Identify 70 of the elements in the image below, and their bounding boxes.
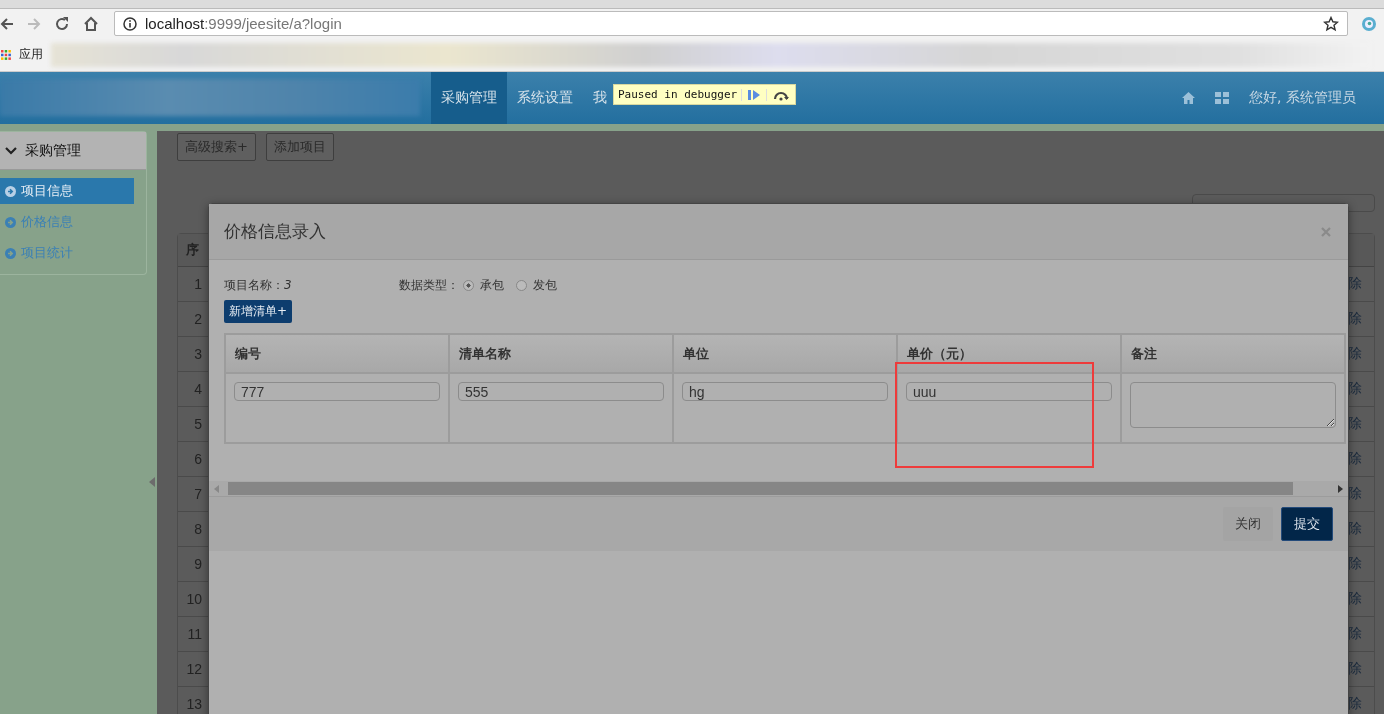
row-number: 12	[185, 661, 202, 677]
collapse-toggle-icon[interactable]	[149, 477, 155, 487]
grid-icon[interactable]	[1215, 92, 1230, 104]
row-number: 8	[193, 521, 202, 537]
delete-link[interactable]: 除	[1348, 520, 1362, 538]
close-button[interactable]: 关闭	[1223, 507, 1273, 541]
apps-icon[interactable]	[1, 49, 11, 60]
row-number: 1	[193, 276, 202, 292]
notes-field[interactable]	[1130, 382, 1336, 428]
reload-icon[interactable]	[54, 15, 70, 32]
text-field[interactable]: hg	[682, 382, 888, 401]
column-header: 单价（元）	[897, 334, 1121, 373]
back-icon[interactable]	[0, 16, 14, 31]
delete-link[interactable]: 除	[1348, 310, 1362, 328]
radio-option[interactable]: 承包	[463, 276, 504, 294]
text-field[interactable]: 777	[234, 382, 440, 401]
url-text: localhost:9999/jeesite/a?login	[145, 15, 342, 32]
delete-link[interactable]: 除	[1348, 590, 1362, 608]
sidebar-item[interactable]: 项目信息	[0, 178, 134, 204]
column-header: 备注	[1121, 334, 1345, 373]
debugger-banner-text: Paused in debugger	[617, 88, 739, 101]
nav-tab[interactable]: 我	[583, 72, 617, 124]
row-number: 6	[193, 451, 202, 467]
row-number: 5	[193, 416, 202, 432]
nav-tab[interactable]: 采购管理	[431, 72, 507, 124]
scrollbar-thumb[interactable]	[228, 482, 1293, 495]
sidebar-header[interactable]: 采购管理	[0, 132, 146, 170]
user-greeting[interactable]: 您好, 系统管理员	[1249, 89, 1356, 107]
submit-button[interactable]: 提交	[1281, 507, 1333, 541]
column-header: 编号	[225, 334, 449, 373]
row-number: 3	[193, 346, 202, 362]
delete-link[interactable]: 除	[1348, 485, 1362, 503]
delete-link[interactable]: 除	[1348, 275, 1362, 293]
scroll-right-icon[interactable]	[1338, 484, 1343, 493]
sidebar-title: 采购管理	[25, 141, 81, 160]
data-type-label: 数据类型：	[399, 276, 459, 294]
forward-icon[interactable]	[27, 16, 41, 31]
nav-tab[interactable]: 系统设置	[507, 72, 583, 124]
star-icon[interactable]	[1323, 15, 1339, 32]
delete-link[interactable]: 除	[1348, 345, 1362, 363]
row-number: 4	[193, 381, 202, 397]
row-number: 7	[193, 486, 202, 502]
modal-title: 价格信息录入	[224, 220, 326, 243]
delete-link[interactable]: 除	[1348, 695, 1362, 713]
delete-link[interactable]: 除	[1348, 625, 1362, 643]
extension-icon[interactable]	[1361, 15, 1377, 32]
arrow-circle-icon	[5, 185, 16, 197]
delete-link[interactable]: 除	[1348, 415, 1362, 433]
radio-option[interactable]: 发包	[516, 276, 557, 294]
row-number: 11	[186, 626, 202, 642]
address-bar[interactable]: localhost:9999/jeesite/a?login	[114, 11, 1348, 36]
row-number: 2	[193, 311, 202, 327]
add-item-button[interactable]: 新增清单+	[224, 300, 293, 323]
delete-link[interactable]: 除	[1348, 380, 1362, 398]
delete-link[interactable]: 除	[1348, 660, 1362, 678]
row-number: 9	[193, 556, 202, 572]
bookmark-label[interactable]: 应用	[19, 46, 43, 63]
column-header: 单位	[673, 334, 897, 373]
arrow-circle-icon	[5, 247, 16, 259]
row-number: 10	[185, 591, 202, 607]
row-number: 13	[185, 696, 202, 712]
text-field[interactable]: 555	[458, 382, 664, 401]
arrow-circle-icon	[5, 216, 16, 228]
delete-link[interactable]: 除	[1348, 555, 1362, 573]
project-name: 项目名称：3	[224, 276, 293, 294]
home-icon[interactable]	[83, 15, 99, 32]
column-header: 清单名称	[449, 334, 673, 373]
text-field[interactable]: uuu	[906, 382, 1112, 401]
info-icon[interactable]	[123, 16, 137, 31]
delete-link[interactable]: 除	[1348, 450, 1362, 468]
